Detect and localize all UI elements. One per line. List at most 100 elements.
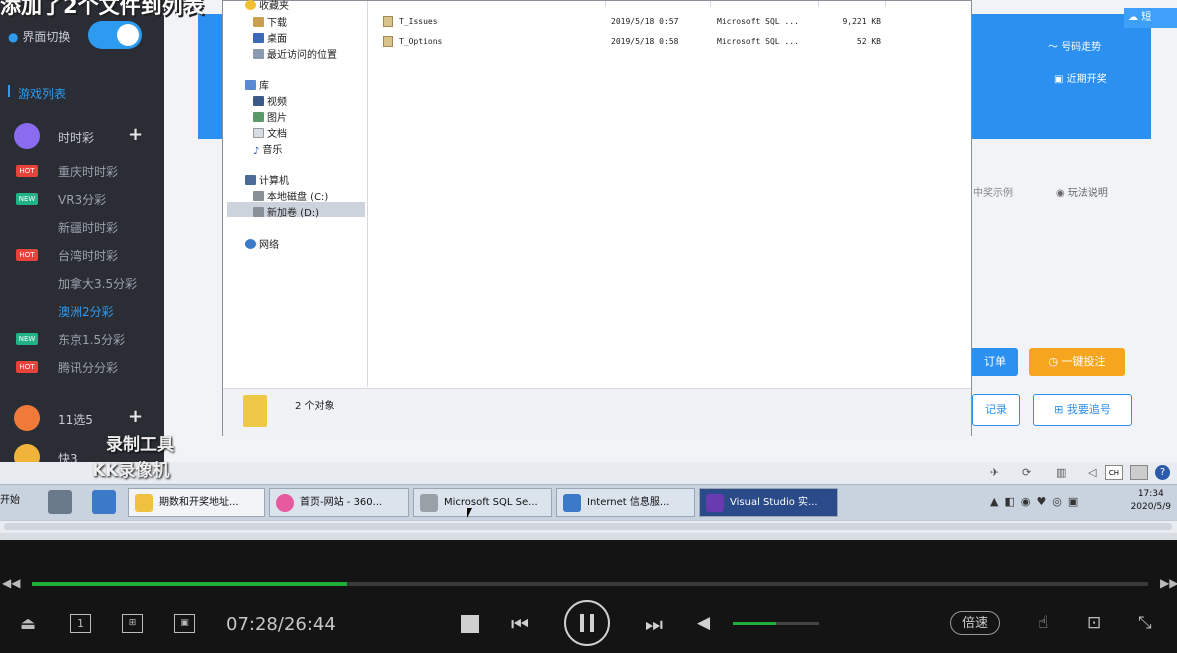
record-button[interactable]: 记录 xyxy=(972,394,1020,426)
rules-label: 玩法说明 xyxy=(1067,188,1108,199)
quicklaunch-icon[interactable] xyxy=(48,490,72,514)
task-iis[interactable]: Internet 信息服... xyxy=(556,488,695,517)
help-icon[interactable]: ? xyxy=(1155,465,1170,480)
game-item[interactable]: 新疆时时彩 xyxy=(58,219,118,236)
pin-icon[interactable]: ✈ xyxy=(990,466,999,479)
expand-ssc-icon[interactable]: + xyxy=(128,124,143,145)
powershell-icon[interactable] xyxy=(92,490,116,514)
corner-widget[interactable]: ☁ 短 xyxy=(1124,8,1177,28)
game-item[interactable]: 加拿大3.5分彩 xyxy=(58,275,137,292)
chase-label: 我要追号 xyxy=(1066,403,1111,416)
volume-icon[interactable]: ◀ xyxy=(697,613,710,633)
next-icon[interactable]: ⏭ xyxy=(645,612,663,636)
nav-music-label: 音乐 xyxy=(262,145,283,156)
nav-desktop[interactable]: 桌面 xyxy=(253,30,287,45)
quick-bet-label: 一键投注 xyxy=(1061,355,1106,368)
category-11x5[interactable]: 11选5 xyxy=(58,411,93,428)
start-button[interactable]: 开始 xyxy=(0,491,20,506)
expand-11x5-icon[interactable]: + xyxy=(128,406,143,427)
scrollbar-thumb[interactable] xyxy=(4,523,1172,530)
game-item[interactable]: 腾讯分分彩 xyxy=(58,359,118,376)
task-browser[interactable]: 首页-网站 - 360... xyxy=(269,488,409,517)
seek-forward-icon[interactable]: ▶▶ xyxy=(1160,576,1177,590)
task-visual-studio[interactable]: Visual Studio 实... xyxy=(699,488,838,517)
progress-fill xyxy=(32,582,347,586)
clock[interactable]: 17:34 2020/5/9 xyxy=(1131,488,1171,514)
column-header-name[interactable] xyxy=(367,1,606,7)
clock-time: 17:34 xyxy=(1137,489,1164,499)
example-link[interactable]: 中奖示例 xyxy=(973,184,1013,199)
nav-computer[interactable]: 计算机 xyxy=(245,172,289,187)
pause-button[interactable] xyxy=(564,600,610,646)
trash-icon[interactable]: ▥ xyxy=(1056,466,1066,479)
tray-toolbar: ✈ ⟳ ▥ ◁ CH ? xyxy=(0,462,1177,484)
volume-slider[interactable] xyxy=(733,622,819,625)
column-header-date[interactable] xyxy=(605,1,711,7)
nav-recent[interactable]: 最近访问的位置 xyxy=(253,46,337,61)
game-item[interactable]: 东京1.5分彩 xyxy=(58,331,125,348)
file-list: T_Issues 2019/5/18 0:57 Microsoft SQL ..… xyxy=(367,1,971,387)
rules-link[interactable]: ◉ 玩法说明 xyxy=(1056,184,1108,199)
fullscreen-icon[interactable]: ⤡ xyxy=(1138,613,1152,633)
nav-libraries-label: 库 xyxy=(259,81,269,92)
nav-network[interactable]: 网络 xyxy=(245,236,279,251)
keyboard-icon[interactable] xyxy=(1130,465,1148,480)
column-header-type[interactable] xyxy=(710,1,819,7)
game-item[interactable]: 台湾时时彩 xyxy=(58,247,118,264)
previous-icon[interactable]: ⏮ xyxy=(511,612,529,636)
toolbox-icon[interactable]: ⊡ xyxy=(1087,613,1101,633)
task-sql-server[interactable]: Microsoft SQL Se... xyxy=(413,488,552,517)
gesture-icon[interactable]: ☝ xyxy=(1038,613,1048,633)
eject-icon[interactable]: ⏏ xyxy=(20,614,36,634)
pause-icon-bar xyxy=(590,614,594,632)
nav-drive-c[interactable]: 本地磁盘 (C:) xyxy=(253,188,328,203)
refresh-icon[interactable]: ⟳ xyxy=(1022,466,1031,479)
quick-bet-button[interactable]: ◷ 一键投注 xyxy=(1029,348,1125,376)
progress-track[interactable] xyxy=(32,582,1148,586)
column-header-size[interactable] xyxy=(818,1,886,7)
section-title: 游戏列表 xyxy=(18,87,67,101)
nav-recent-label: 最近访问的位置 xyxy=(267,50,337,61)
folder-icon xyxy=(135,494,153,512)
nav-libraries[interactable]: 库 xyxy=(245,77,269,92)
category-ssc[interactable]: 时时彩 xyxy=(58,129,94,146)
stop-icon[interactable] xyxy=(461,615,479,633)
playback-speed-button[interactable]: 倍速 xyxy=(950,611,1000,635)
trend-link[interactable]: 〜 号码走势 xyxy=(1048,38,1101,53)
task-explorer[interactable]: 期数和开奖地址... xyxy=(128,488,265,517)
file-row[interactable]: T_Options 2019/5/18 0:58 Microsoft SQL .… xyxy=(381,34,901,48)
recent-link[interactable]: ▣ 近期开奖 xyxy=(1054,70,1107,85)
seek-back-icon[interactable]: ◀◀ xyxy=(2,576,20,590)
chase-button[interactable]: ⊞ 我要追号 xyxy=(1033,394,1132,426)
subtitle-icon[interactable]: ⊞ xyxy=(122,614,143,633)
order-button[interactable]: 订单 xyxy=(972,348,1018,376)
nav-documents[interactable]: 文档 xyxy=(253,125,287,140)
browser-icon xyxy=(276,494,294,512)
music-icon: ♪ xyxy=(253,146,260,157)
speaker-icon[interactable]: ◁ xyxy=(1088,466,1096,479)
nav-music[interactable]: ♪ 音乐 xyxy=(253,141,283,157)
hot-badge: HOT xyxy=(16,165,38,177)
file-size: 9,221 KB xyxy=(842,17,881,26)
corner-label: 短 xyxy=(1141,12,1152,23)
library-icon xyxy=(245,80,256,90)
game-item[interactable]: 重庆时时彩 xyxy=(58,163,118,180)
horizontal-scrollbar[interactable] xyxy=(0,520,1177,533)
nav-downloads[interactable]: 下载 xyxy=(253,14,287,29)
single-frame-icon[interactable]: 1 xyxy=(70,614,91,633)
nav-pictures[interactable]: 图片 xyxy=(253,109,287,124)
nav-favorites[interactable]: 收藏夹 xyxy=(245,0,289,12)
drive-icon xyxy=(253,191,264,201)
nav-videos-label: 视频 xyxy=(267,97,287,108)
screenshot-icon[interactable]: ▣ xyxy=(174,614,195,633)
system-tray-icons[interactable]: ▲◧◉♥◎▣ xyxy=(990,495,1084,508)
nav-drive-d[interactable]: 新加卷 (D:) xyxy=(253,204,319,219)
interface-toggle[interactable] xyxy=(88,21,142,49)
language-indicator[interactable]: CH xyxy=(1105,465,1123,480)
game-item[interactable]: VR3分彩 xyxy=(58,191,106,208)
volume-fill xyxy=(733,622,776,625)
recorder-watermark: 录制工具 KK录像机 xyxy=(92,432,174,484)
nav-videos[interactable]: 视频 xyxy=(253,93,287,108)
game-item-active[interactable]: 澳洲2分彩 xyxy=(58,303,114,320)
file-row[interactable]: T_Issues 2019/5/18 0:57 Microsoft SQL ..… xyxy=(381,14,901,28)
